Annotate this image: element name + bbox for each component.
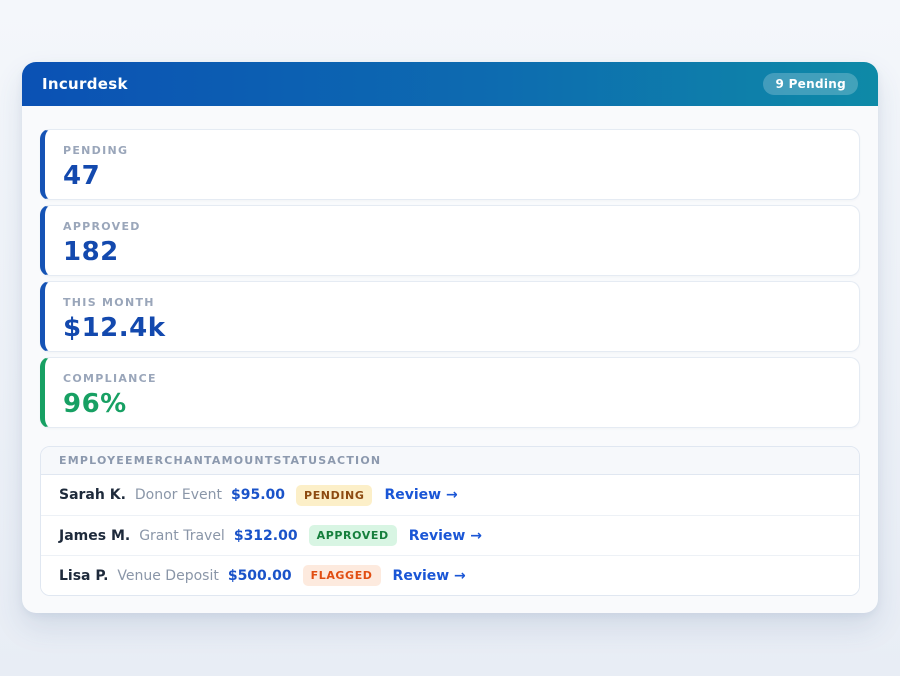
pending-count-badge: 9 Pending xyxy=(763,73,858,95)
app-title: Incurdesk xyxy=(42,75,128,93)
stat-value: 96% xyxy=(63,389,841,419)
page-background: { "app": { "title": "Incurdesk", "header… xyxy=(0,0,900,676)
stat-label: APPROVED xyxy=(63,220,841,233)
table-row: James M. Grant Travel $312.00 APPROVED R… xyxy=(41,515,859,555)
column-header-merchant: MERCHANT xyxy=(134,454,212,467)
stat-label: COMPLIANCE xyxy=(63,372,841,385)
column-header-action: ACTION xyxy=(327,454,381,467)
table-row: Lisa P. Venue Deposit $500.00 FLAGGED Re… xyxy=(41,555,859,595)
transactions-table: EMPLOYEEMERCHANTAMOUNTSTATUSACTION Sarah… xyxy=(40,446,860,596)
employee-name: James M. xyxy=(59,528,130,544)
employee-name: Sarah K. xyxy=(59,487,126,503)
status-badge: APPROVED xyxy=(309,525,397,546)
stat-label: PENDING xyxy=(63,144,841,157)
merchant-name: Venue Deposit xyxy=(117,568,218,584)
app-card: Incurdesk 9 Pending PENDING 47 APPROVED … xyxy=(22,62,878,613)
employee-name: Lisa P. xyxy=(59,568,108,584)
stat-card-this-month: THIS MONTH $12.4k xyxy=(40,281,860,352)
status-badge: FLAGGED xyxy=(303,565,381,586)
review-link[interactable]: Review → xyxy=(393,568,466,584)
column-header-amount: AMOUNT xyxy=(212,454,274,467)
table-header-row: EMPLOYEEMERCHANTAMOUNTSTATUSACTION xyxy=(41,447,859,475)
amount-value: $312.00 xyxy=(234,528,298,544)
stat-card-approved: APPROVED 182 xyxy=(40,205,860,276)
stat-card-pending: PENDING 47 xyxy=(40,129,860,200)
stat-card-compliance: COMPLIANCE 96% xyxy=(40,357,860,428)
stat-value: 47 xyxy=(63,161,841,191)
status-badge: PENDING xyxy=(296,485,372,506)
merchant-name: Grant Travel xyxy=(139,528,225,544)
merchant-name: Donor Event xyxy=(135,487,222,503)
column-header-status: STATUS xyxy=(274,454,328,467)
column-header-employee: EMPLOYEE xyxy=(59,454,134,467)
amount-value: $95.00 xyxy=(231,487,285,503)
review-link[interactable]: Review → xyxy=(409,528,482,544)
app-body: PENDING 47 APPROVED 182 THIS MONTH $12.4… xyxy=(22,106,878,613)
stat-label: THIS MONTH xyxy=(63,296,841,309)
table-row: Sarah K. Donor Event $95.00 PENDING Revi… xyxy=(41,475,859,515)
stat-value: $12.4k xyxy=(63,313,841,343)
stat-value: 182 xyxy=(63,237,841,267)
amount-value: $500.00 xyxy=(228,568,292,584)
app-header: Incurdesk 9 Pending xyxy=(22,62,878,106)
review-link[interactable]: Review → xyxy=(384,487,457,503)
